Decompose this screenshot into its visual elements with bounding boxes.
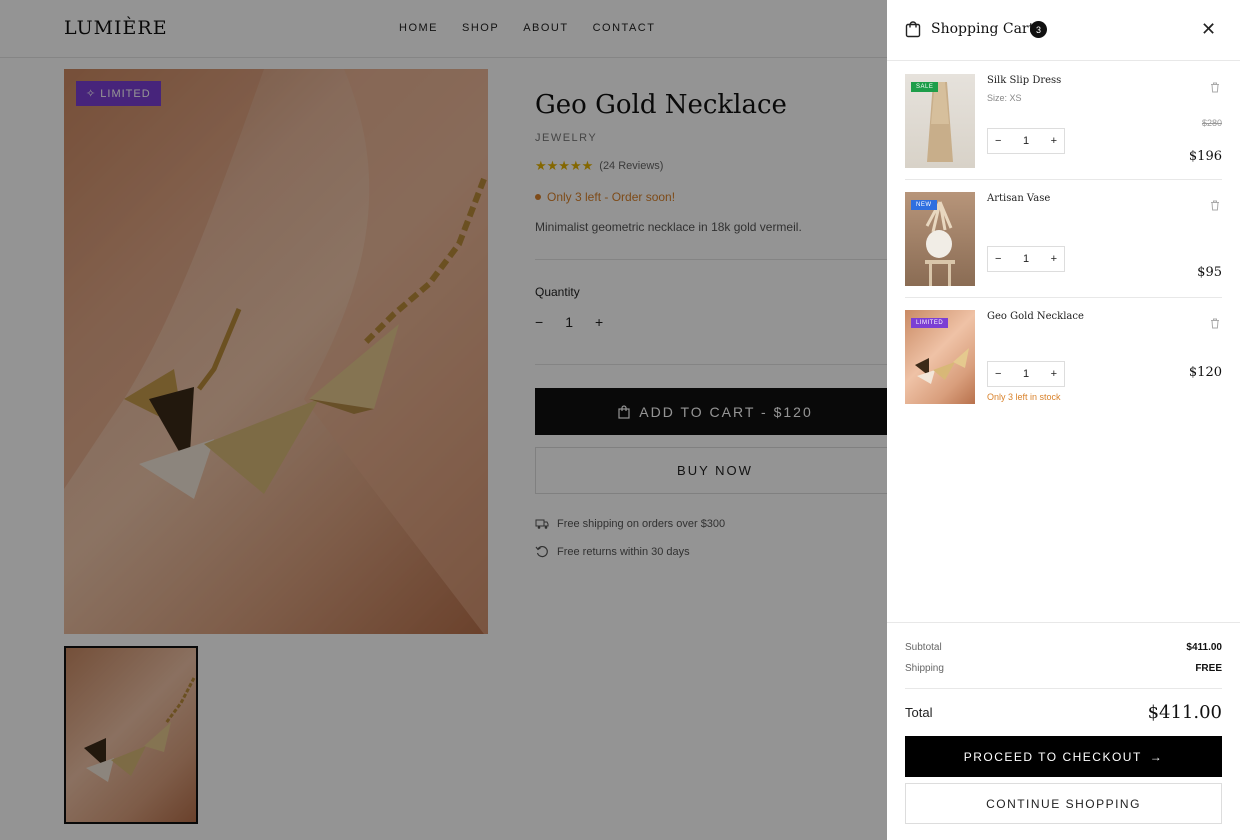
trash-icon[interactable] xyxy=(1210,82,1220,93)
trash-icon[interactable] xyxy=(1210,318,1220,329)
item-image[interactable]: NEW xyxy=(905,192,975,286)
item-original-price: $280 xyxy=(1201,118,1222,128)
item-quantity-stepper: − 1 + xyxy=(987,246,1065,272)
sale-tag: SALE xyxy=(911,82,939,92)
increase-qty-button[interactable]: + xyxy=(1051,253,1057,265)
item-quantity: 1 xyxy=(1022,135,1030,147)
item-price: $95 xyxy=(1197,265,1222,280)
subtotal-row: Subtotal $411.00 xyxy=(905,642,1222,653)
shipping-row: Shipping FREE xyxy=(905,663,1222,674)
trash-icon[interactable] xyxy=(1210,200,1220,211)
item-price: $196 xyxy=(1188,149,1222,164)
cart-drawer: Shopping Cart 3 ✕ SALE Silk Slip Dress S… xyxy=(887,0,1240,840)
bag-icon xyxy=(905,21,921,38)
cart-summary: Subtotal $411.00 Shipping FREE Total $411.… xyxy=(887,622,1240,840)
continue-shopping-button[interactable]: CONTINUE SHOPPING xyxy=(905,783,1222,824)
divider xyxy=(905,688,1222,689)
close-icon[interactable]: ✕ xyxy=(1201,20,1216,38)
cart-item: NEW Artisan Vase − 1 + $95 xyxy=(905,180,1222,298)
new-tag: NEW xyxy=(911,200,937,210)
decrease-qty-button[interactable]: − xyxy=(995,135,1001,147)
cart-title: Shopping Cart xyxy=(931,21,1035,37)
item-name[interactable]: Silk Slip Dress xyxy=(987,75,1061,86)
item-quantity-stepper: − 1 + xyxy=(987,361,1065,387)
shipping-value: FREE xyxy=(1195,663,1222,674)
limited-tag: LIMITED xyxy=(911,318,949,328)
total-label: Total xyxy=(905,705,933,720)
decrease-qty-button[interactable]: − xyxy=(995,253,1001,265)
cart-header: Shopping Cart 3 ✕ xyxy=(887,0,1240,61)
modal-backdrop[interactable] xyxy=(0,0,887,840)
item-image[interactable]: LIMITED xyxy=(905,310,975,404)
item-image[interactable]: SALE xyxy=(905,74,975,168)
increase-qty-button[interactable]: + xyxy=(1051,135,1057,147)
checkout-button[interactable]: PROCEED TO CHECKOUT → xyxy=(905,736,1222,777)
decrease-qty-button[interactable]: − xyxy=(995,368,1001,380)
item-price: $120 xyxy=(1188,365,1222,380)
item-quantity: 1 xyxy=(1022,253,1030,265)
subtotal-value: $411.00 xyxy=(1186,642,1222,653)
item-name[interactable]: Geo Gold Necklace xyxy=(987,311,1084,322)
item-name[interactable]: Artisan Vase xyxy=(987,193,1050,204)
cart-count-badge: 3 xyxy=(1030,21,1047,38)
cart-item: LIMITED Geo Gold Necklace − 1 + $120 Onl… xyxy=(905,298,1222,416)
item-quantity: 1 xyxy=(1022,368,1030,380)
low-stock-warning: Only 3 left in stock xyxy=(987,392,1061,402)
increase-qty-button[interactable]: + xyxy=(1051,368,1057,380)
arrow-right-icon: → xyxy=(1149,749,1164,764)
item-size: Size: XS xyxy=(987,93,1022,103)
item-quantity-stepper: − 1 + xyxy=(987,128,1065,154)
cart-item: SALE Silk Slip Dress Size: XS − 1 + $280… xyxy=(905,62,1222,180)
total-value: $411.00 xyxy=(1147,702,1222,723)
